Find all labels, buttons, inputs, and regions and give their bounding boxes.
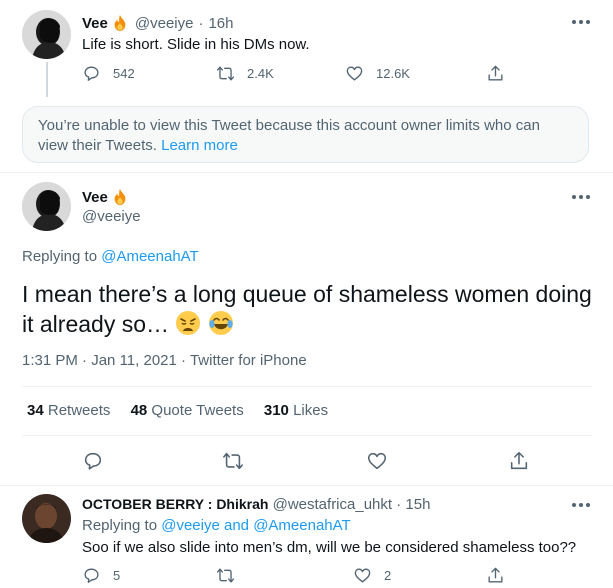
main-tweet-text: I mean there’s a long queue of shameless…: [22, 279, 597, 339]
divider: [22, 435, 592, 436]
retweet-icon: [216, 568, 235, 583]
separator: ·: [198, 14, 204, 32]
author-handle[interactable]: @veeiye: [82, 208, 141, 225]
separator: ·: [82, 352, 88, 369]
like-button[interactable]: 2: [353, 566, 391, 585]
replying-to-link[interactable]: @AmeenahAT: [253, 517, 351, 534]
quotes-label: Quote Tweets: [151, 402, 244, 419]
author-name[interactable]: OCTOBER BERRY : Dhikrah: [82, 496, 268, 512]
like-icon: [346, 66, 363, 81]
replying-to-link[interactable]: @veeiye: [161, 517, 220, 534]
reply-icon: [84, 66, 99, 81]
reply-icon: [84, 568, 99, 583]
share-icon: [488, 65, 503, 81]
share-button[interactable]: [486, 64, 505, 83]
like-count: 12.6K: [376, 66, 410, 81]
thread-line: [46, 62, 48, 97]
quotes-stat[interactable]: 48 Quote Tweets: [131, 402, 244, 419]
likes-stat[interactable]: 310 Likes: [264, 402, 328, 419]
more-icon[interactable]: [572, 20, 590, 24]
retweets-count: 34: [27, 402, 44, 419]
retweet-button[interactable]: [222, 450, 244, 472]
divider: [22, 386, 592, 387]
retweet-icon: [216, 66, 235, 81]
reply-button[interactable]: [82, 450, 104, 472]
reply-button[interactable]: 5: [82, 566, 120, 585]
like-button[interactable]: [366, 450, 388, 472]
like-icon: [367, 452, 387, 470]
retweet-icon: [223, 452, 243, 470]
reply-count: 5: [113, 568, 121, 583]
tweet-header: OCTOBER BERRY : Dhikrah @westafrica_uhkt…: [82, 496, 430, 513]
reply-count: 542: [113, 66, 135, 81]
tweet-stats: 34 Retweets 48 Quote Tweets 310 Likes: [27, 402, 328, 419]
like-button[interactable]: 12.6K: [345, 64, 410, 83]
tweet-header: Vee: [82, 188, 129, 206]
replying-label: Replying to: [82, 517, 158, 534]
tweet-time[interactable]: 1:31 PM: [22, 352, 78, 369]
notice-text: You’re unable to view this Tweet because…: [38, 117, 540, 154]
tweet-metadata: 1:31 PM · Jan 11, 2021 · Twitter for iPh…: [22, 352, 307, 369]
reply-button[interactable]: 542: [82, 64, 135, 83]
replying-to: Replying to @AmeenahAT: [22, 248, 199, 265]
likes-label: Likes: [293, 402, 329, 419]
likes-count: 310: [263, 402, 289, 419]
like-count: 2: [384, 568, 392, 583]
avatar[interactable]: [22, 10, 71, 59]
separator: ·: [181, 352, 187, 369]
tweet-time[interactable]: 16h: [208, 15, 233, 32]
avatar[interactable]: [22, 494, 71, 543]
share-icon: [488, 567, 503, 583]
retweet-count: 2.4K: [247, 66, 274, 81]
learn-more-link[interactable]: Learn more: [161, 137, 238, 154]
tweet-text: Life is short. Slide in his DMs now.: [82, 36, 310, 53]
divider: [0, 172, 613, 173]
divider: [0, 485, 613, 486]
avatar[interactable]: [22, 182, 71, 231]
share-icon: [510, 451, 528, 470]
retweet-button[interactable]: [216, 566, 235, 585]
flame-icon: [114, 188, 126, 206]
flame-icon: [114, 14, 126, 32]
replying-to: Replying to @veeiye and @AmeenahAT: [82, 517, 351, 534]
tweet-time[interactable]: 15h: [405, 496, 430, 513]
retweet-button[interactable]: 2.4K: [216, 64, 274, 83]
replying-to-link[interactable]: @AmeenahAT: [101, 248, 199, 265]
reply-icon: [84, 452, 102, 470]
more-icon[interactable]: [572, 503, 590, 507]
tweet-text: I mean there’s a long queue of shameless…: [22, 281, 592, 337]
tweet-source[interactable]: Twitter for iPhone: [190, 352, 307, 369]
unavailable-tweet-notice: You’re unable to view this Tweet because…: [22, 106, 589, 163]
author-name[interactable]: Vee: [82, 189, 108, 206]
quotes-count: 48: [130, 402, 148, 419]
share-button[interactable]: [486, 566, 505, 585]
tweet-header: Vee @veeiye · 16h: [82, 14, 234, 32]
author-handle[interactable]: @veeiye: [135, 15, 194, 32]
tweet-text: Soo if we also slide into men’s dm, will…: [82, 539, 577, 556]
weary-face-icon: [176, 311, 201, 335]
like-icon: [354, 568, 371, 583]
more-icon[interactable]: [572, 195, 590, 199]
replying-label: Replying to: [22, 248, 98, 265]
author-handle[interactable]: @westafrica_uhkt: [273, 496, 392, 513]
tears-of-joy-icon: [208, 311, 233, 335]
tweet-date[interactable]: Jan 11, 2021: [91, 352, 177, 369]
separator: ·: [396, 496, 402, 513]
and-label: and: [223, 517, 250, 534]
retweets-label: Retweets: [47, 402, 111, 419]
retweets-stat[interactable]: 34 Retweets: [27, 402, 110, 419]
author-name[interactable]: Vee: [82, 15, 108, 32]
share-button[interactable]: [508, 450, 530, 472]
